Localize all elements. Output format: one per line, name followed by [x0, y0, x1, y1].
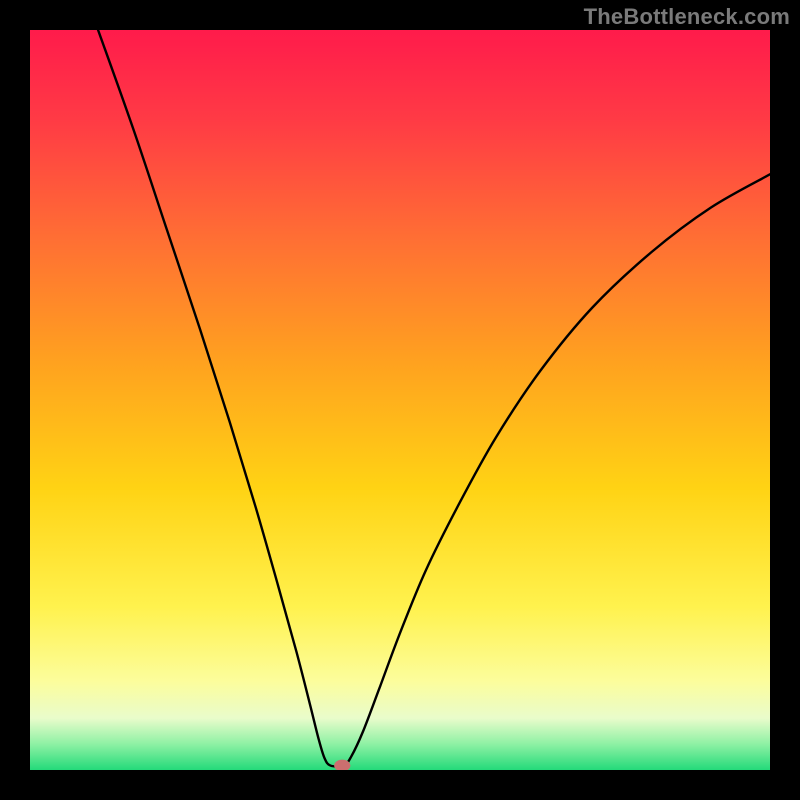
bottleneck-chart — [0, 0, 800, 800]
chart-frame: { "watermark": "TheBottleneck.com", "cha… — [0, 0, 800, 800]
watermark-text: TheBottleneck.com — [584, 4, 790, 30]
gradient-background — [30, 30, 770, 770]
optimum-marker — [334, 760, 350, 772]
